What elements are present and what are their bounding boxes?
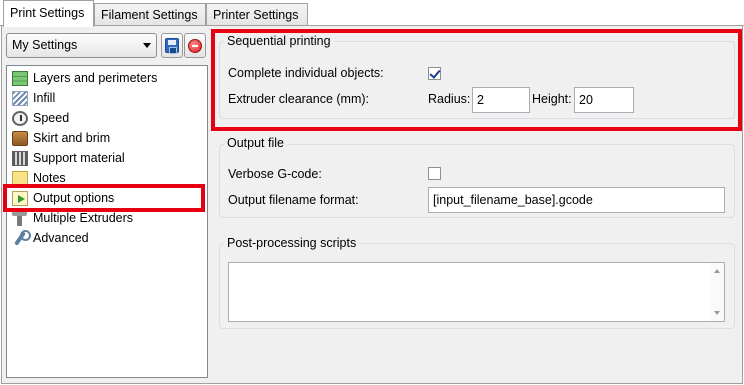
verbose-gcode-label: Verbose G-code: <box>228 167 322 181</box>
speed-icon <box>12 111 28 126</box>
support-icon <box>12 151 28 166</box>
tree-item-speed[interactable]: Speed <box>11 109 203 128</box>
group-title: Post-processing scripts <box>224 236 360 250</box>
tree-item-label: Infill <box>33 91 56 105</box>
tab-bar: Print Settings Filament Settings Printer… <box>0 0 744 27</box>
extruder-icon <box>12 211 28 226</box>
tab-label: Print Settings <box>10 6 85 20</box>
settings-tree[interactable]: Layers and perimeters Infill Speed Skirt… <box>6 65 208 378</box>
chevron-down-icon <box>143 43 151 48</box>
tree-item-label: Speed <box>33 111 70 125</box>
save-preset-button[interactable] <box>161 33 183 58</box>
tree-item-label: Notes <box>33 171 66 185</box>
save-icon <box>165 38 179 54</box>
tab-print-settings[interactable]: Print Settings <box>3 0 94 27</box>
verbose-gcode-checkbox[interactable] <box>428 167 441 180</box>
tab-label: Filament Settings <box>101 8 198 22</box>
output-filename-format-label: Output filename format: <box>228 193 359 207</box>
highlight-box-output-options <box>3 184 205 212</box>
scroll-down-icon[interactable] <box>714 311 720 315</box>
tree-item-label: Skirt and brim <box>33 131 111 145</box>
delete-preset-button[interactable] <box>184 33 206 58</box>
tree-item-layers-and-perimeters[interactable]: Layers and perimeters <box>11 69 203 88</box>
highlight-box-sequential-printing <box>211 29 742 131</box>
tab-label: Printer Settings <box>213 8 299 22</box>
tree-item-skirt-and-brim[interactable]: Skirt and brim <box>11 129 203 148</box>
skirt-icon <box>12 131 28 146</box>
preset-selected-value: My Settings <box>12 38 78 52</box>
tab-filament-settings[interactable]: Filament Settings <box>94 3 206 26</box>
wrench-icon <box>12 230 31 246</box>
scroll-up-icon[interactable] <box>714 269 720 273</box>
infill-icon <box>12 91 28 106</box>
post-processing-scripts-textarea[interactable] <box>228 262 725 322</box>
tree-item-support-material[interactable]: Support material <box>11 149 203 168</box>
tree-item-advanced[interactable]: Advanced <box>11 229 203 248</box>
tree-item-label: Support material <box>33 151 125 165</box>
preset-dropdown[interactable]: My Settings <box>6 33 157 58</box>
group-title: Output file <box>224 136 287 150</box>
vertical-scrollbar[interactable] <box>710 263 724 321</box>
output-filename-format-input[interactable]: [input_filename_base].gcode <box>428 187 725 213</box>
tree-item-label: Multiple Extruders <box>33 211 134 225</box>
tree-item-label: Layers and perimeters <box>33 71 158 85</box>
tree-item-infill[interactable]: Infill <box>11 89 203 108</box>
tree-item-label: Advanced <box>33 231 89 245</box>
output-filename-format-value: [input_filename_base].gcode <box>433 193 593 207</box>
tab-printer-settings[interactable]: Printer Settings <box>206 3 308 26</box>
layers-icon <box>12 71 28 86</box>
delete-icon <box>188 39 202 53</box>
